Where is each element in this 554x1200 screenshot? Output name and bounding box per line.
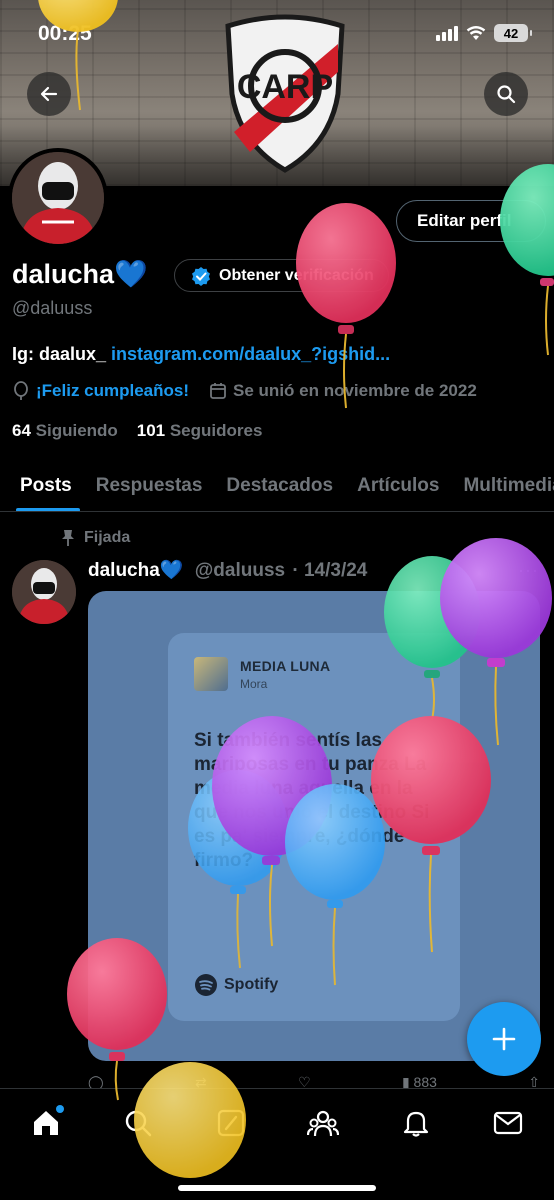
bell-icon [403, 1111, 429, 1137]
notification-dot [56, 1105, 64, 1113]
birthday-link[interactable]: ¡Feliz cumpleaños! [36, 381, 189, 401]
post-author-name[interactable]: dalucha💙 [88, 560, 183, 581]
profile-handle: @daluuss [12, 298, 93, 318]
verified-badge-icon [192, 266, 210, 286]
pin-icon [62, 530, 74, 546]
profile-tabs: Posts Respuestas Destacados Artículos Mu… [0, 460, 554, 512]
post-media[interactable]: MEDIA LUNA Mora Si también sentís las ma… [88, 591, 540, 1061]
spotify-icon [195, 974, 217, 996]
location-icon [14, 381, 28, 400]
profile-meta: ¡Feliz cumpleaños! Se unió en noviembre … [12, 381, 477, 401]
balloon-green-right [500, 164, 554, 356]
bio-text: Ig: daalux_ [12, 344, 107, 364]
profile-name: dalucha💙 [12, 259, 148, 289]
calendar-icon [210, 383, 226, 399]
following-link[interactable]: 64 Siguiendo [12, 421, 118, 440]
balloon-red-profile [296, 203, 396, 409]
post-header: dalucha💙 @daluuss · 14/3/24 [88, 558, 367, 582]
follow-counts: 64 Siguiendo 101 Seguidores [12, 421, 262, 441]
nav-notifications[interactable] [396, 1103, 436, 1143]
bio-link[interactable]: instagram.com/daalux_?igshid... [111, 344, 390, 364]
followers-link[interactable]: 101 Seguidores [137, 421, 263, 440]
song-lyrics: Si también sentís las mariposas en tu pa… [194, 730, 430, 871]
back-arrow-icon [40, 86, 58, 102]
get-verified-label: Obtener verificación [219, 266, 374, 284]
followers-count: 101 [136, 421, 166, 440]
nav-communities[interactable] [303, 1103, 343, 1143]
wifi-icon [466, 26, 486, 40]
back-button[interactable] [27, 72, 71, 116]
song-row: MEDIA LUNA Mora [194, 657, 434, 691]
tab-replies[interactable]: Respuestas [84, 460, 215, 511]
status-time: 00:25 [38, 22, 92, 45]
following-label: Siguiendo [35, 421, 118, 440]
tab-media[interactable]: Multimedia [451, 460, 554, 511]
search-button[interactable] [484, 72, 528, 116]
nav-home[interactable] [26, 1103, 66, 1143]
mail-icon [493, 1111, 523, 1135]
profile-avatar[interactable] [8, 148, 108, 248]
followers-label: Seguidores [169, 421, 263, 440]
tab-posts[interactable]: Posts [0, 460, 84, 511]
status-bar: 00:25 42 [0, 14, 554, 54]
nav-messages[interactable] [488, 1103, 528, 1143]
album-cover [194, 657, 228, 691]
post-author-handle[interactable]: @daluuss [195, 560, 285, 581]
compose-button[interactable] [467, 1002, 541, 1076]
post-date: · 14/3/24 [292, 560, 368, 581]
tab-highlights[interactable]: Destacados [214, 460, 345, 511]
spotify-lyrics-card: MEDIA LUNA Mora Si también sentís las ma… [168, 633, 460, 1021]
nav-explore[interactable] [118, 1103, 158, 1143]
search-icon [125, 1110, 152, 1137]
pinned-label: Fijada [84, 529, 131, 546]
joined-date: Se unió en noviembre de 2022 [233, 381, 477, 400]
get-verified-button[interactable]: Obtener verificación [174, 259, 389, 292]
status-icons: 42 [436, 24, 532, 42]
search-icon [497, 85, 516, 104]
pinned-indicator: Fijada [60, 529, 130, 547]
plus-icon [492, 1027, 516, 1051]
post-avatar-photo [12, 560, 76, 624]
spotify-brand: Spotify [194, 973, 278, 997]
home-icon [34, 1111, 58, 1135]
cellular-signal-icon [436, 25, 458, 41]
spotify-label: Spotify [224, 976, 279, 993]
song-title: MEDIA LUNA [240, 657, 331, 674]
battery-icon: 42 [494, 24, 532, 42]
tab-articles[interactable]: Artículos [345, 460, 451, 511]
profile-bio: Ig: daalux_ instagram.com/daalux_?igshid… [12, 344, 390, 365]
avatar-photo [12, 152, 104, 244]
grok-icon [217, 1109, 245, 1137]
communities-icon [307, 1110, 339, 1137]
nav-grok[interactable] [211, 1103, 251, 1143]
bottom-navigation [0, 1088, 554, 1200]
post-more-icon[interactable]: ··· [518, 560, 539, 581]
home-indicator[interactable] [178, 1185, 376, 1191]
song-artist: Mora [240, 676, 268, 691]
following-count: 64 [12, 421, 31, 440]
edit-profile-button[interactable]: Editar perfil [396, 200, 546, 242]
svg-text:CARP: CARP [237, 68, 333, 106]
post-avatar[interactable] [12, 560, 76, 624]
